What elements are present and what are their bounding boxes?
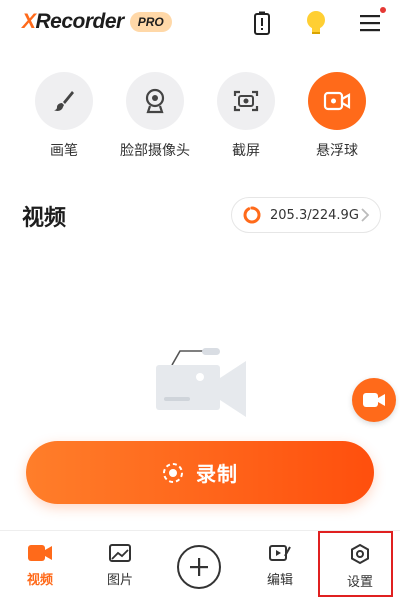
nav-label: 编辑 bbox=[266, 573, 293, 588]
webcam-icon bbox=[126, 72, 184, 130]
record-button[interactable]: 录制 bbox=[26, 441, 374, 504]
tool-label: 截屏 bbox=[232, 143, 260, 159]
tool-brush[interactable]: 画笔 bbox=[19, 72, 109, 160]
logo-text: Recorder bbox=[35, 10, 125, 33]
tool-label: 悬浮球 bbox=[316, 143, 358, 159]
storage-indicator[interactable]: 205.3/224.9G bbox=[231, 197, 381, 233]
menu-icon[interactable] bbox=[355, 7, 386, 38]
lightbulb-icon[interactable] bbox=[301, 8, 331, 38]
tool-screenshot[interactable]: 截屏 bbox=[201, 72, 291, 160]
screenshot-icon bbox=[217, 72, 275, 130]
tool-label: 画笔 bbox=[50, 143, 78, 159]
video-icon bbox=[28, 545, 52, 561]
bottom-nav: 视频 图片 编辑 设置 bbox=[0, 530, 400, 603]
pro-badge[interactable]: PRO bbox=[129, 12, 172, 32]
tool-label: 脸部摄像头 bbox=[120, 143, 190, 159]
edit-icon bbox=[269, 545, 291, 561]
plus-icon bbox=[190, 558, 208, 576]
app-logo: X Recorder PRO bbox=[22, 8, 172, 36]
brush-icon bbox=[35, 72, 93, 130]
nav-label: 图片 bbox=[106, 573, 133, 588]
chevron-right-icon bbox=[361, 208, 370, 222]
page-title: 视频 bbox=[22, 206, 67, 231]
nav-label: 视频 bbox=[26, 573, 53, 588]
tool-floating-ball[interactable]: 悬浮球 bbox=[292, 72, 382, 160]
record-icon bbox=[163, 462, 183, 483]
storage-text: 205.3/224.9G bbox=[270, 207, 359, 223]
nav-item-edit[interactable]: 编辑 bbox=[245, 543, 315, 588]
nav-item-image[interactable]: 图片 bbox=[85, 543, 155, 588]
video-camera-icon bbox=[363, 393, 385, 407]
record-label: 录制 bbox=[196, 462, 238, 486]
add-button[interactable] bbox=[177, 545, 221, 589]
image-icon bbox=[109, 544, 131, 562]
logo-x: X bbox=[22, 10, 36, 33]
floating-ball-icon bbox=[308, 72, 366, 130]
nav-item-video[interactable]: 视频 bbox=[5, 543, 75, 588]
notification-dot bbox=[380, 7, 386, 13]
settings-highlight-box bbox=[318, 531, 393, 597]
empty-state-illustration bbox=[150, 345, 250, 424]
floating-record-button[interactable] bbox=[352, 378, 396, 422]
battery-alert-icon[interactable] bbox=[247, 8, 277, 38]
tool-webcam[interactable]: 脸部摄像头 bbox=[110, 72, 200, 160]
storage-ring-icon bbox=[243, 206, 261, 224]
